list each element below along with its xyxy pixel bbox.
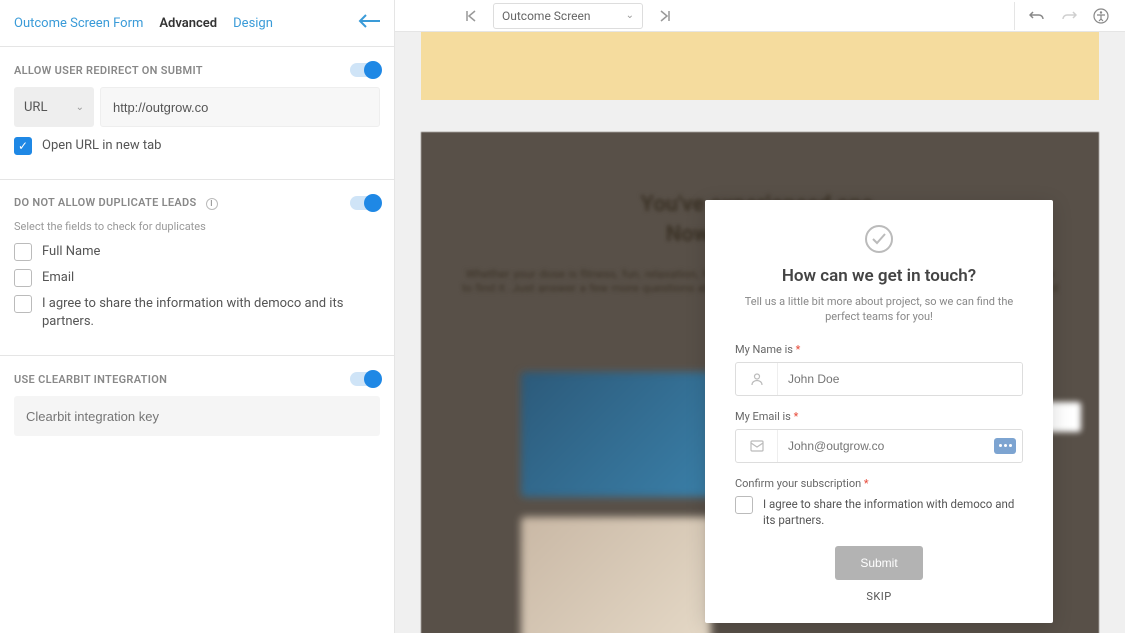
bg-image-1 (521, 372, 711, 497)
duplicates-title: Do not allow duplicate leads (14, 196, 197, 209)
modal-subtitle: Tell us a little bit more about project,… (735, 294, 1023, 325)
submit-button[interactable]: Submit (835, 546, 923, 580)
name-input[interactable] (778, 363, 1022, 395)
bg-image-2 (521, 517, 711, 633)
chevron-down-icon: ⌄ (626, 10, 634, 21)
confirm-label: Confirm your subscription * (735, 477, 1023, 490)
clearbit-toggle[interactable] (350, 372, 380, 386)
redo-button[interactable] (1055, 2, 1083, 30)
tab-advanced[interactable]: Advanced (159, 16, 217, 31)
redirect-title: Allow user redirect on submit (14, 64, 203, 77)
back-arrow-icon[interactable] (358, 14, 380, 32)
lead-form-modal: How can we get in touch? Tell us a littl… (705, 200, 1053, 623)
redirect-type-label: URL (24, 100, 47, 115)
chevron-down-icon: ⌄ (76, 102, 84, 113)
clearbit-title: Use Clearbit Integration (14, 373, 167, 386)
password-manager-icon[interactable] (994, 438, 1016, 454)
skip-link[interactable]: SKIP (735, 590, 1023, 603)
consent-text: I agree to share the information with de… (763, 496, 1023, 528)
email-field-label: My Email is * (735, 410, 1023, 423)
consent-checkbox[interactable] (735, 496, 753, 514)
newtab-label: Open URL in new tab (42, 137, 161, 155)
undo-button[interactable] (1023, 2, 1051, 30)
dup-consent-checkbox[interactable] (14, 295, 32, 313)
screen-select[interactable]: Outcome Screen ⌄ (493, 3, 643, 29)
duplicates-toggle[interactable] (350, 196, 380, 210)
name-field-label: My Name is * (735, 343, 1023, 356)
redirect-type-select[interactable]: URL ⌄ (14, 87, 94, 127)
dup-email-checkbox[interactable] (14, 269, 32, 287)
dup-consent-label: I agree to share the information with de… (42, 295, 380, 331)
screen-select-label: Outcome Screen (502, 9, 591, 23)
dup-email-label: Email (42, 269, 74, 287)
modal-title: How can we get in touch? (735, 266, 1023, 286)
clearbit-key-input[interactable] (14, 396, 380, 436)
redirect-toggle[interactable] (350, 63, 380, 77)
dup-fullname-label: Full Name (42, 243, 100, 261)
mail-icon (736, 430, 778, 462)
email-input[interactable] (778, 430, 1022, 462)
newtab-checkbox[interactable]: ✓ (14, 137, 32, 155)
dup-fullname-checkbox[interactable] (14, 243, 32, 261)
banner (421, 32, 1099, 100)
next-screen-button[interactable] (651, 2, 679, 30)
check-circle-icon (864, 224, 894, 254)
prev-screen-button[interactable] (457, 2, 485, 30)
info-icon[interactable]: i (206, 198, 218, 210)
redirect-url-input[interactable] (100, 87, 380, 127)
user-icon (736, 363, 778, 395)
tab-design[interactable]: Design (233, 16, 273, 31)
accessibility-button[interactable] (1087, 2, 1115, 30)
duplicates-hint: Select the fields to check for duplicate… (14, 220, 380, 233)
tab-form[interactable]: Outcome Screen Form (14, 16, 143, 31)
